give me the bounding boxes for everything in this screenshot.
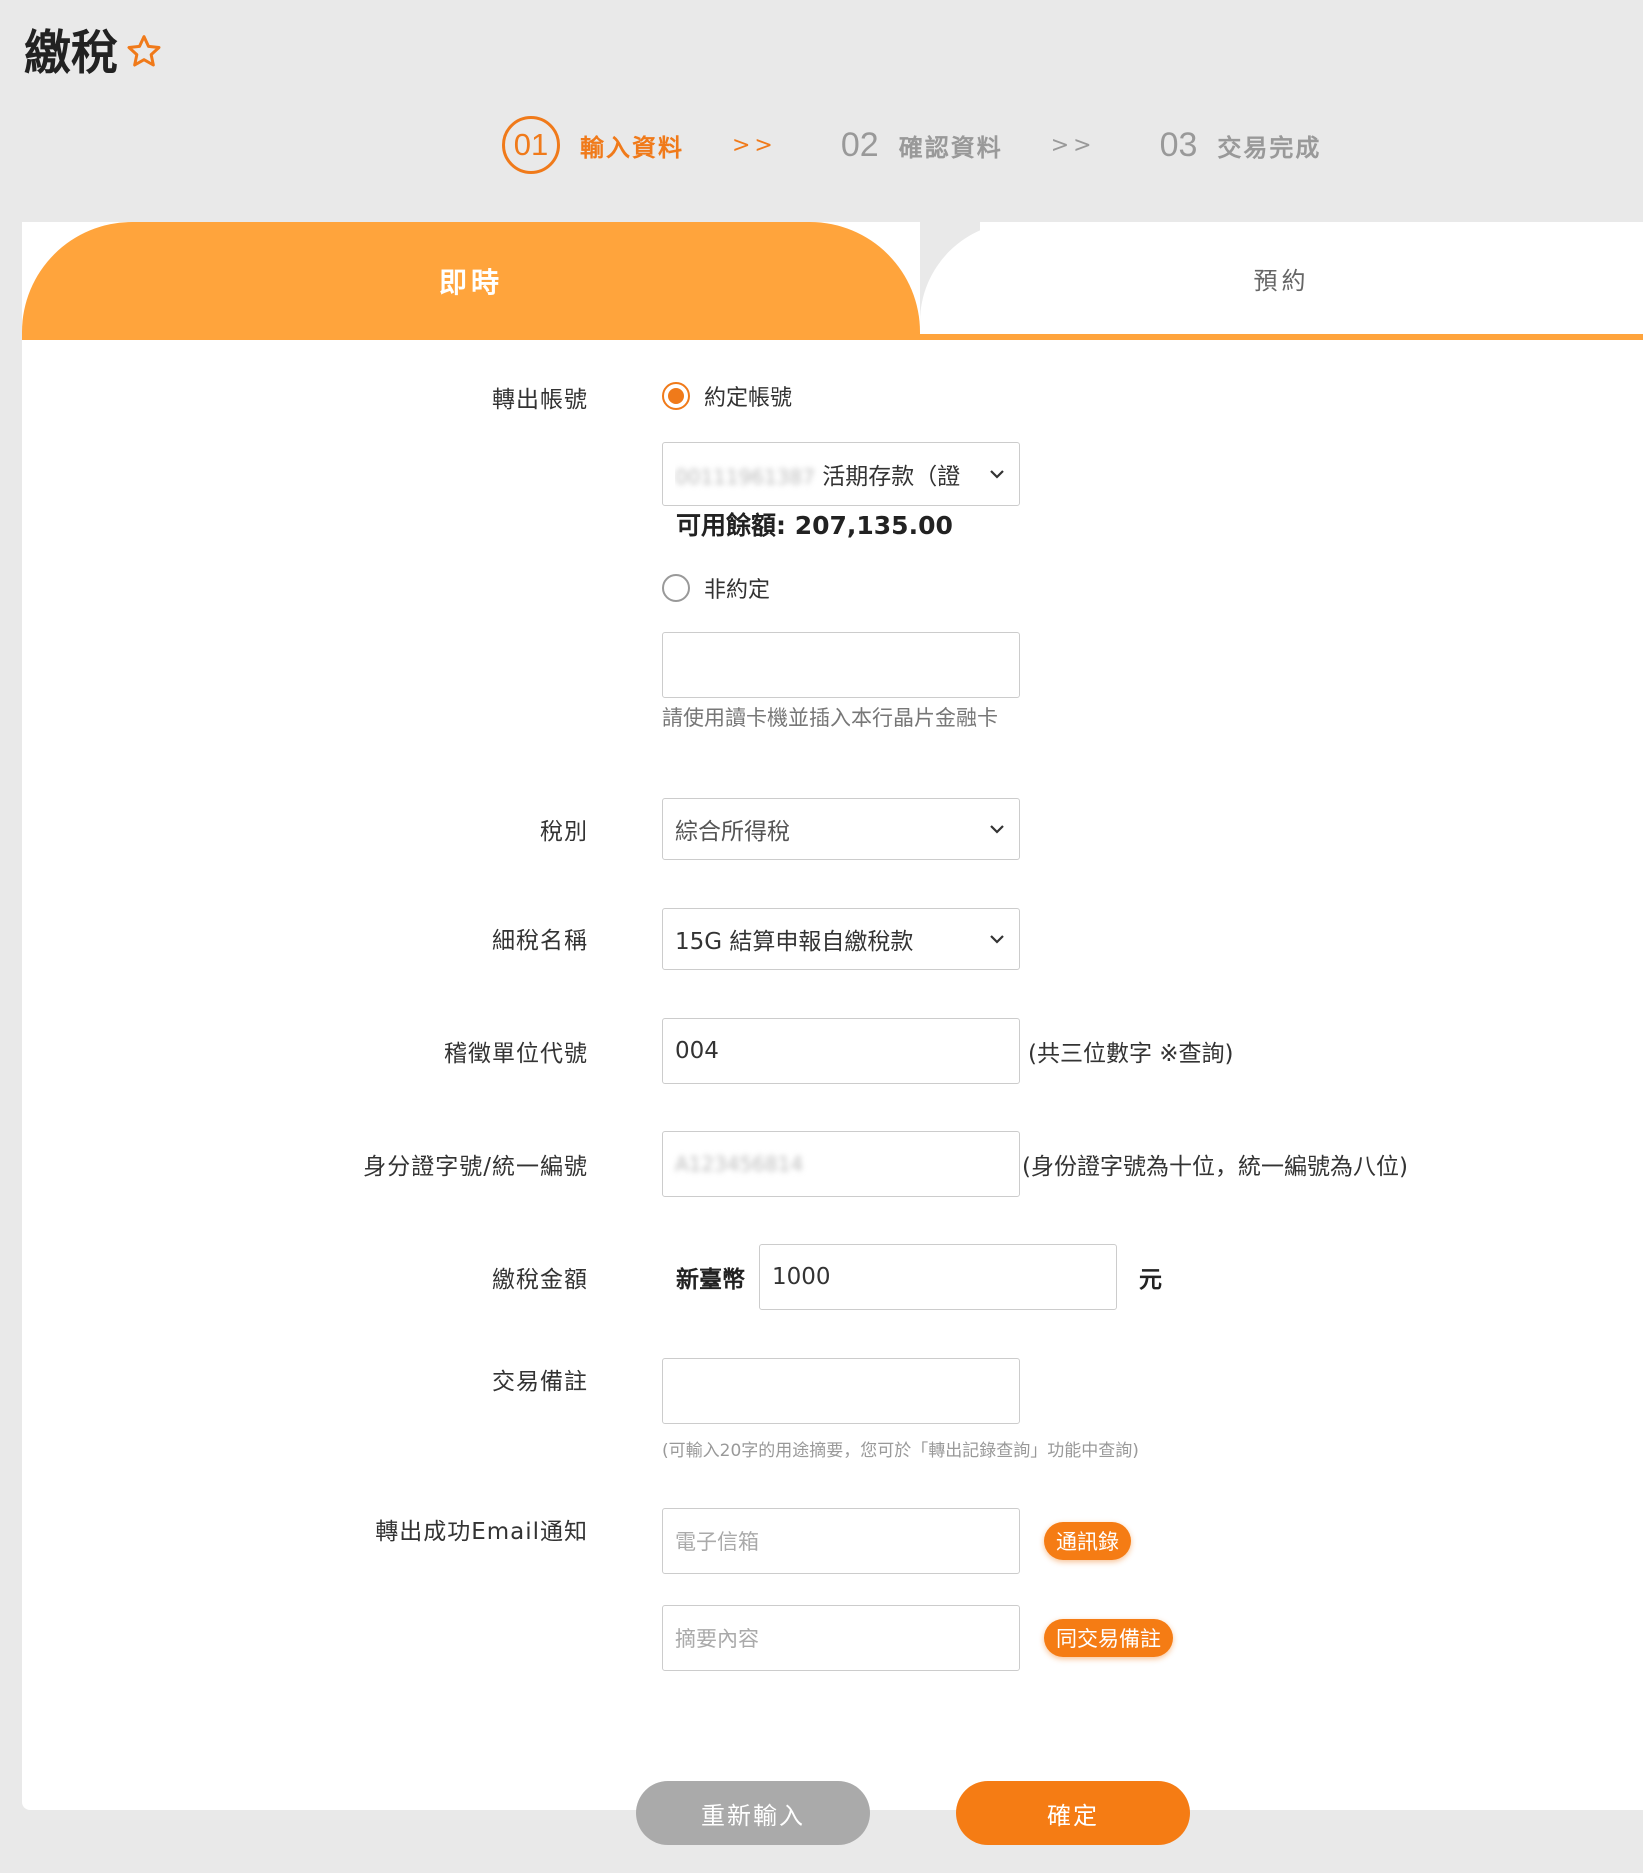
account-select-value: 00111961387 活期存款（證	[675, 457, 960, 491]
page-title: 繳稅	[24, 14, 164, 83]
tax-subtype-select[interactable]: 15G 結算申報自繳稅款	[662, 908, 1020, 970]
step-3-number: 03	[1159, 125, 1198, 164]
id-number-input[interactable]: A123456814	[662, 1131, 1020, 1197]
non-agreed-account-input[interactable]	[662, 632, 1020, 698]
contacts-button[interactable]: 通訊錄	[1044, 1522, 1131, 1560]
radio-agreed-account[interactable]: 約定帳號	[662, 380, 792, 412]
amount-label: 繳稅金額	[492, 1267, 588, 1293]
tab-scheduled[interactable]: 預約	[920, 222, 1643, 340]
memo-label: 交易備註	[492, 1369, 588, 1395]
email-notify-label: 轉出成功Email通知	[375, 1519, 588, 1545]
available-balance: 可用餘額: 207,135.00	[676, 511, 953, 540]
amount-unit: 元	[1139, 1267, 1162, 1293]
step-separator: >>	[1050, 132, 1096, 158]
tab-bar: 預約 即時	[22, 222, 1643, 340]
step-2-number: 02	[840, 125, 879, 164]
unit-code-input[interactable]: 004	[662, 1018, 1020, 1084]
radio-agreed-label: 約定帳號	[704, 386, 793, 411]
step-3: 03 交易完成	[1160, 126, 1322, 165]
step-separator: >>	[732, 132, 777, 158]
tax-subtype-label: 細稅名稱	[492, 928, 588, 954]
page-title-text: 繳稅	[24, 26, 118, 81]
tax-type-label: 稅別	[540, 819, 588, 845]
memo-input[interactable]	[662, 1358, 1020, 1424]
memo-hint: (可輸入20字的用途摘要，您可於「轉出記錄查詢」功能中查詢)	[662, 1441, 1139, 1461]
tab-immediate[interactable]: 即時	[22, 222, 920, 340]
radio-non-agreed-label: 非約定	[704, 578, 771, 603]
chevron-down-icon	[987, 929, 1007, 949]
summary-placeholder: 摘要內容	[675, 1627, 759, 1651]
account-number-masked: 00111961387	[675, 465, 815, 489]
tax-type-value: 綜合所得稅	[675, 819, 790, 845]
out-account-label: 轉出帳號	[492, 387, 588, 413]
id-number-hint: (身份證字號為十位，統一編號為八位)	[1022, 1154, 1408, 1180]
radio-non-agreed-account[interactable]: 非約定	[662, 572, 770, 604]
id-number-label: 身分證字號/統一編號	[363, 1154, 588, 1180]
radio-checked-icon	[662, 382, 690, 410]
unit-code-label: 稽徵單位代號	[444, 1041, 588, 1067]
unit-code-value: 004	[675, 1038, 719, 1064]
step-1-number: 01	[502, 116, 560, 174]
tax-subtype-value: 15G 結算申報自繳稅款	[675, 929, 914, 955]
chevron-down-icon	[987, 819, 1007, 839]
step-3-label: 交易完成	[1217, 133, 1322, 162]
card-reader-hint: 請使用讀卡機並插入本行晶片金融卡	[662, 706, 998, 730]
favorite-star-icon[interactable]	[124, 29, 164, 69]
reset-button[interactable]: 重新輸入	[636, 1781, 870, 1845]
step-2-label: 確認資料	[898, 133, 1003, 162]
amount-value: 1000	[772, 1264, 831, 1290]
form-card: 預約 即時 轉出帳號 約定帳號 00111961387 活期存款（證 可用餘額:…	[22, 222, 1643, 1810]
email-input[interactable]: 電子信箱	[662, 1508, 1020, 1574]
account-select[interactable]: 00111961387 活期存款（證	[662, 442, 1020, 506]
step-1-label: 輸入資料	[580, 133, 684, 162]
account-type: 活期存款（證	[822, 464, 961, 490]
step-1: 01 輸入資料	[502, 116, 684, 174]
progress-steps: 01 輸入資料 >> 02 確認資料 >> 03 交易完成	[502, 115, 1321, 175]
chevron-down-icon	[987, 464, 1007, 484]
summary-input[interactable]: 摘要內容	[662, 1605, 1020, 1671]
currency-label: 新臺幣	[676, 1267, 745, 1293]
confirm-button[interactable]: 確定	[956, 1781, 1190, 1845]
unit-code-hint[interactable]: (共三位數字 ※查詢)	[1028, 1034, 1234, 1068]
same-as-memo-button[interactable]: 同交易備註	[1044, 1619, 1173, 1657]
email-placeholder: 電子信箱	[675, 1530, 759, 1554]
id-number-masked: A123456814	[675, 1152, 804, 1176]
step-2: 02 確認資料	[841, 126, 1003, 165]
amount-input[interactable]: 1000	[759, 1244, 1117, 1310]
tax-type-select[interactable]: 綜合所得稅	[662, 798, 1020, 860]
radio-unchecked-icon	[662, 574, 690, 602]
